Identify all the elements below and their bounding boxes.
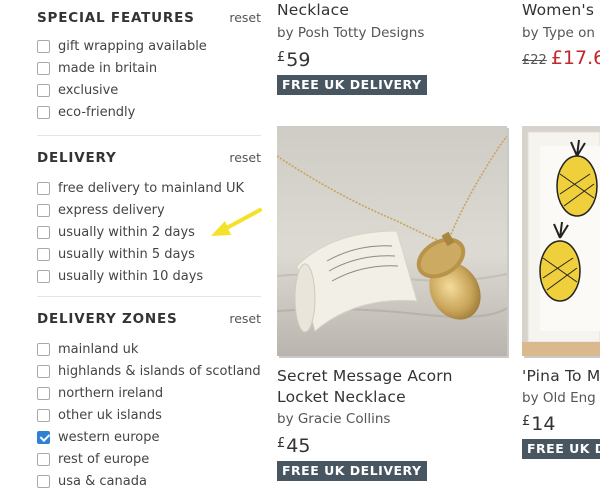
product-seller[interactable]: by Posh Totty Designs: [277, 23, 427, 43]
price-value: 14: [531, 413, 556, 435]
checkbox[interactable]: [37, 247, 50, 261]
filter-option-label[interactable]: rest of europe: [58, 452, 149, 467]
filter-option-label[interactable]: western europe: [58, 430, 160, 445]
filter-option-label[interactable]: usually within 5 days: [58, 247, 195, 262]
filter-option-label[interactable]: gift wrapping available: [58, 39, 207, 54]
filter-option-label[interactable]: mainland uk: [58, 342, 138, 357]
section-title: DELIVERY ZONES: [37, 311, 178, 327]
divider: [37, 135, 261, 136]
checkbox[interactable]: [37, 452, 50, 466]
section-title: DELIVERY: [37, 150, 117, 166]
checkbox-checked[interactable]: [37, 430, 50, 444]
filter-option-label[interactable]: usually within 10 days: [58, 269, 203, 284]
filter-option[interactable]: usa & canada: [37, 470, 261, 492]
product-price: £22£17.60: [522, 46, 600, 73]
currency-symbol: £: [522, 414, 531, 429]
filter-option-label[interactable]: usa & canada: [58, 474, 147, 489]
acorn-locket-photo: [277, 126, 507, 356]
delivery-zones-header: DELIVERY ZONES reset: [37, 311, 261, 327]
product-card[interactable]: Women's L by Type on £22£17.60: [522, 0, 600, 73]
product-seller[interactable]: by Gracie Collins: [277, 409, 453, 429]
reset-link[interactable]: reset: [229, 10, 261, 25]
delivery-header: DELIVERY reset: [37, 150, 261, 166]
filter-option[interactable]: usually within 5 days: [37, 243, 261, 265]
product-name[interactable]: Women's L: [522, 0, 600, 21]
product-card[interactable]: Necklace by Posh Totty Designs £59 FREE …: [277, 0, 427, 95]
product-card[interactable]: Secret Message Acorn Locket Necklace by …: [277, 366, 453, 481]
price-value: 45: [286, 435, 311, 457]
pineapple-print-photo: [522, 126, 600, 356]
delivery-zones-section: DELIVERY ZONES reset mainland uk highland…: [37, 311, 261, 492]
filter-option-label[interactable]: express delivery: [58, 203, 165, 218]
filter-option-label[interactable]: free delivery to mainland UK: [58, 181, 244, 196]
special-features-section: SPECIAL FEATURES reset gift wrapping ava…: [37, 10, 261, 123]
filter-option[interactable]: mainland uk: [37, 338, 261, 360]
filter-option-label[interactable]: exclusive: [58, 83, 118, 98]
checkbox[interactable]: [37, 364, 50, 378]
filter-option[interactable]: other uk islands: [37, 404, 261, 426]
reset-link[interactable]: reset: [229, 150, 261, 165]
product-image[interactable]: [277, 126, 507, 356]
product-card[interactable]: 'Pina To M by Old Eng £14 FREE UK DEL: [522, 366, 600, 459]
checkbox[interactable]: [37, 105, 50, 119]
filter-option[interactable]: gift wrapping available: [37, 35, 261, 57]
checkbox[interactable]: [37, 203, 50, 217]
checkbox[interactable]: [37, 225, 50, 239]
free-delivery-badge: FREE UK DELIVERY: [277, 461, 427, 481]
special-features-options: gift wrapping available made in britain ex…: [37, 35, 261, 123]
filter-option[interactable]: eco-friendly: [37, 101, 261, 123]
product-name-line-1[interactable]: Secret Message Acorn: [277, 366, 453, 387]
free-delivery-badge: FREE UK DELIVERY: [277, 75, 427, 95]
filter-option-label[interactable]: made in britain: [58, 61, 157, 76]
checkbox[interactable]: [37, 61, 50, 75]
highlight-arrow-icon: [211, 208, 262, 236]
filter-option-label[interactable]: other uk islands: [58, 408, 162, 423]
filter-option-label[interactable]: usually within 2 days: [58, 225, 195, 240]
filter-option[interactable]: exclusive: [37, 79, 261, 101]
section-title: SPECIAL FEATURES: [37, 10, 195, 26]
product-name[interactable]: 'Pina To M: [522, 366, 600, 387]
product-seller[interactable]: by Type on: [522, 23, 600, 43]
checkbox[interactable]: [37, 269, 50, 283]
product-image[interactable]: [522, 126, 600, 356]
old-price: £22: [522, 53, 547, 68]
product-seller[interactable]: by Old Eng: [522, 388, 600, 408]
filter-option-label[interactable]: eco-friendly: [58, 105, 135, 120]
special-features-header: SPECIAL FEATURES reset: [37, 10, 261, 26]
filter-option-label[interactable]: northern ireland: [58, 386, 163, 401]
filter-option[interactable]: northern ireland: [37, 382, 261, 404]
checkbox[interactable]: [37, 181, 50, 195]
checkbox[interactable]: [37, 83, 50, 97]
sale-price: £17.60: [550, 47, 600, 69]
checkbox[interactable]: [37, 342, 50, 356]
free-delivery-badge: FREE UK DEL: [522, 439, 600, 459]
filter-option-label[interactable]: highlands & islands of scotland: [58, 364, 261, 379]
filter-option[interactable]: highlands & islands of scotland: [37, 360, 261, 382]
divider: [37, 296, 261, 297]
checkbox[interactable]: [37, 408, 50, 422]
filter-option[interactable]: made in britain: [37, 57, 261, 79]
product-name-line-2[interactable]: Locket Necklace: [277, 387, 453, 408]
product-name[interactable]: Necklace: [277, 0, 427, 21]
filter-option[interactable]: free delivery to mainland UK: [37, 177, 261, 199]
checkbox[interactable]: [37, 39, 50, 53]
delivery-zones-options: mainland uk highlands & islands of scotla…: [37, 338, 261, 492]
checkbox[interactable]: [37, 386, 50, 400]
reset-link[interactable]: reset: [229, 311, 261, 326]
product-price: £45: [277, 432, 453, 458]
checkbox[interactable]: [37, 474, 50, 488]
filter-option[interactable]: usually within 10 days: [37, 265, 261, 287]
filter-option[interactable]: rest of europe: [37, 448, 261, 470]
currency-symbol: £: [277, 50, 286, 65]
product-price: £59: [277, 46, 427, 72]
filter-option[interactable]: western europe: [37, 426, 261, 448]
price-value: 59: [286, 49, 311, 71]
product-price: £14: [522, 410, 600, 436]
currency-symbol: £: [277, 436, 286, 451]
